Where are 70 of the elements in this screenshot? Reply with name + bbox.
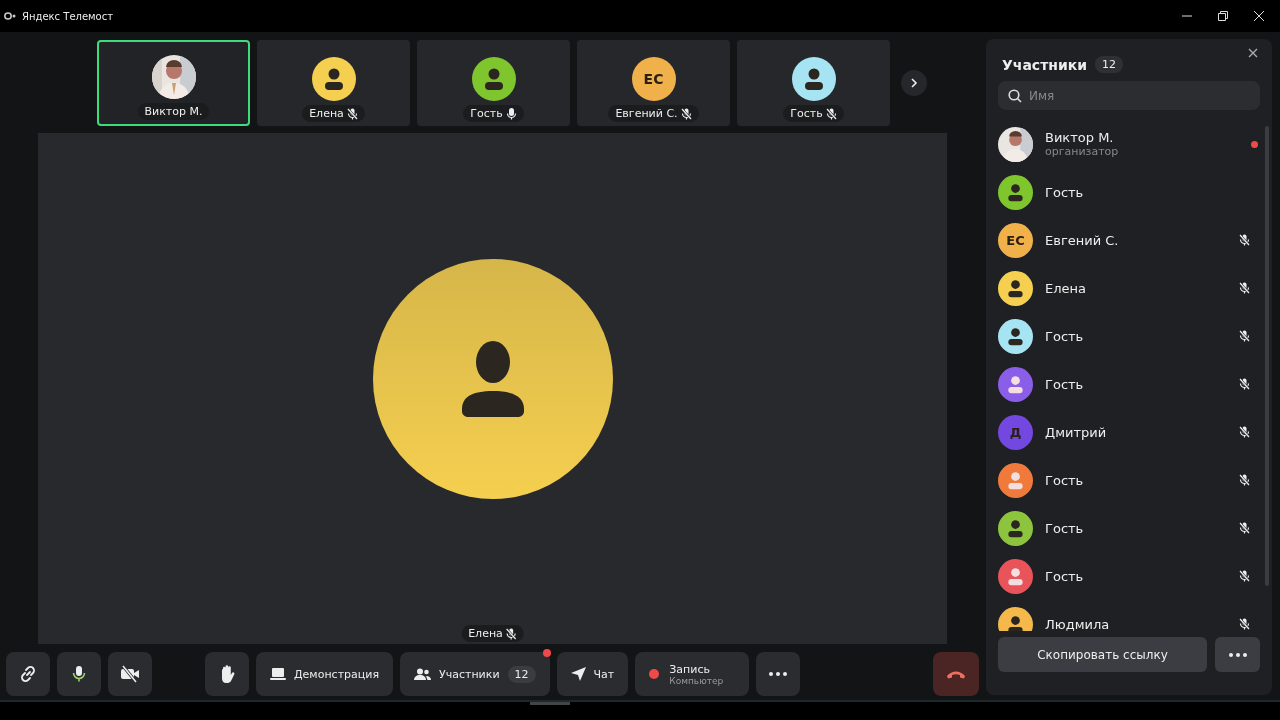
participant-name: Дмитрий xyxy=(1045,424,1108,440)
next-button[interactable] xyxy=(901,70,927,96)
participant-name: Елена xyxy=(468,627,503,640)
laptop-icon xyxy=(270,668,286,680)
participant-tile[interactable]: Виктор М. xyxy=(97,40,250,126)
chevron-right-icon xyxy=(910,78,918,88)
participant-row[interactable]: Виктор М. организатор xyxy=(998,120,1272,168)
window-title: Яндекс Телемост xyxy=(22,10,114,22)
initials-avatar: Д xyxy=(998,414,1033,450)
participant-row[interactable]: Гость xyxy=(998,168,1272,216)
send-icon xyxy=(570,667,586,681)
participant-row[interactable]: Гость xyxy=(998,552,1272,600)
participant-tile[interactable]: ЕС Евгений С. xyxy=(577,40,730,126)
participant-row[interactable]: Гость xyxy=(998,504,1272,552)
button-sublabel: Компьютер xyxy=(669,675,724,686)
participant-name: Гость xyxy=(1045,328,1085,344)
more-button[interactable] xyxy=(1215,637,1260,672)
copy-link-button[interactable]: Скопировать ссылку xyxy=(998,637,1207,672)
participant-row[interactable]: Елена xyxy=(998,264,1272,312)
participant-row[interactable]: Гость xyxy=(998,456,1272,504)
close-icon[interactable] xyxy=(1248,48,1258,58)
participant-name: Виктор М. xyxy=(144,105,203,118)
end-call-button[interactable] xyxy=(933,652,979,696)
chat-button[interactable]: Чат xyxy=(556,652,629,696)
search-field[interactable]: Имя xyxy=(998,81,1260,110)
participant-name: Евгений С. xyxy=(615,107,678,120)
participant-name: Гость xyxy=(470,107,503,120)
panel-title: Участники xyxy=(1002,56,1088,73)
participant-name: Гость xyxy=(1045,472,1085,488)
restore-icon[interactable] xyxy=(1218,11,1228,21)
link-button[interactable] xyxy=(6,652,50,696)
count-badge: 12 xyxy=(507,665,536,683)
record-dot xyxy=(649,669,660,679)
participant-row[interactable]: ЕС Евгений С. xyxy=(998,216,1272,264)
initials-avatar: ЕС xyxy=(998,222,1033,258)
raise-hand-button[interactable] xyxy=(205,652,249,696)
people-icon xyxy=(414,667,431,681)
participant-name: Евгений С. xyxy=(1045,232,1120,248)
more-icon xyxy=(1228,652,1247,657)
camera-button[interactable] xyxy=(108,652,152,696)
app-logo-icon xyxy=(4,12,16,20)
participant-name: Гость xyxy=(1045,184,1085,200)
more-icon xyxy=(769,672,788,676)
initials-avatar: ЕС xyxy=(631,57,676,101)
participant-name: Гость xyxy=(1045,568,1085,584)
button-label: Запись xyxy=(669,662,710,676)
participants-button[interactable]: Участники 12 xyxy=(400,652,550,696)
participant-name: Гость xyxy=(1045,376,1085,392)
phone-icon xyxy=(946,669,966,679)
participant-tile[interactable]: Елена xyxy=(257,40,410,126)
participant-name: Виктор М. xyxy=(1045,130,1115,145)
participant-name: Гость xyxy=(1045,520,1085,536)
record-button[interactable]: Запись Компьютер xyxy=(635,652,750,696)
link-icon xyxy=(19,665,37,683)
participant-row[interactable]: Гость xyxy=(998,360,1272,408)
participant-row[interactable]: Д Дмитрий xyxy=(998,408,1272,456)
camera-off-icon xyxy=(120,665,140,683)
participant-role: организатор xyxy=(1045,145,1120,158)
microphone-button[interactable] xyxy=(57,652,101,696)
participant-row[interactable]: Гость xyxy=(998,312,1272,360)
count-badge: 12 xyxy=(1095,56,1124,73)
participant-name: Людмила xyxy=(1045,616,1111,631)
button-label: Участники xyxy=(439,667,500,681)
participant-tile[interactable]: Гость xyxy=(417,40,570,126)
participant-tile[interactable]: Гость xyxy=(737,40,890,126)
participant-name: Гость xyxy=(790,107,823,120)
microphone-icon xyxy=(71,665,87,683)
participant-name: Елена xyxy=(1045,280,1087,296)
participant-name: Елена xyxy=(309,107,344,120)
screen-share-button[interactable]: Демонстрация xyxy=(256,652,393,696)
